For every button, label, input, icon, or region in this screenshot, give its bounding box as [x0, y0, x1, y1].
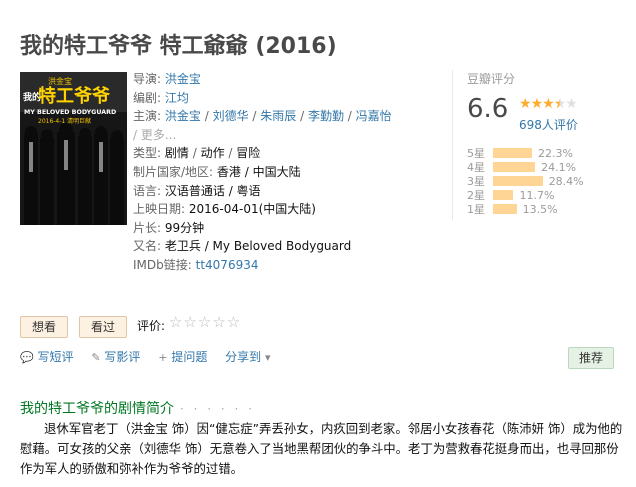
- movie-poster[interactable]: 洪金宝 我的 特工爷爷 MY BELOVED BODYGUARD 2016-4-…: [20, 72, 127, 225]
- director-row: 导演: 洪金宝: [133, 70, 433, 89]
- rating-box: 豆瓣评分 6.6 ★★★★★ 698人评价 5星 22.3% 4星 24.1% 3星 28…: [452, 70, 636, 220]
- imdb-link[interactable]: tt4076934: [196, 258, 259, 272]
- page-title: 我的特工爷爷 特工爺爺 (2016): [20, 34, 337, 59]
- language-label: 语言:: [133, 183, 162, 198]
- rating-bar-row: 4星 24.1%: [467, 160, 584, 175]
- writer-link[interactable]: 江均: [165, 91, 189, 105]
- star-half-icon: ★: [553, 96, 567, 112]
- rate-label: 评价:: [137, 319, 166, 333]
- aka-row: 又名: 老卫兵 / My Beloved Bodyguard: [133, 237, 433, 256]
- imdb-row: IMDb链接: tt4076934: [133, 256, 433, 275]
- rating-bar-fill: [493, 162, 536, 172]
- writer-row: 编剧: 江均: [133, 89, 433, 108]
- poster-image: 洪金宝 我的 特工爷爷 MY BELOVED BODYGUARD 2016-4-…: [20, 72, 127, 225]
- watched-button[interactable]: 看过: [79, 316, 127, 338]
- release-value: 2016-04-01(中国大陆): [188, 202, 316, 217]
- region-row: 制片国家/地区: 香港 / 中国大陆: [133, 163, 433, 182]
- director-label: 导演:: [133, 72, 162, 86]
- director-link[interactable]: 洪金宝: [165, 72, 201, 86]
- poster-english-title: MY BELOVED BODYGUARD: [24, 109, 116, 116]
- writer-label: 编剧:: [133, 90, 162, 105]
- rating-bar-fill: [493, 176, 543, 186]
- share-link[interactable]: 分享到 ▾: [225, 350, 270, 364]
- write-review-label: 写影评: [104, 350, 141, 364]
- plus-icon: +: [158, 351, 168, 364]
- rating-bar-fill: [493, 148, 533, 158]
- ask-question-link[interactable]: + 提问题: [158, 350, 207, 364]
- genre-label: 类型:: [133, 146, 162, 161]
- genre-value: 动作: [200, 146, 225, 161]
- runtime-row: 片长: 99分钟: [133, 219, 433, 238]
- cast-link[interactable]: 李勤勤: [308, 109, 344, 123]
- cast-link[interactable]: 刘德华: [213, 109, 249, 123]
- runtime-value: 99分钟: [164, 220, 205, 235]
- more-cast-link[interactable]: 更多...: [141, 128, 176, 142]
- rating-bar-row: 5星 22.3%: [467, 146, 584, 161]
- cast-label: 主演:: [133, 109, 162, 124]
- more-row: / 更多...: [133, 127, 177, 142]
- rating-bar-percent: 22.3%: [538, 146, 573, 160]
- write-short-review-link[interactable]: 💬 写短评: [20, 350, 74, 364]
- movie-info: 导演: 洪金宝 编剧: 江均 主演: 洪金宝 / 刘德华 / 朱雨辰 / 李勤勤…: [133, 70, 433, 275]
- write-review-link[interactable]: ✎ 写影评: [91, 350, 140, 364]
- synopsis-dots: · · · · · ·: [180, 402, 255, 416]
- comment-icon: 💬: [20, 351, 34, 364]
- aka-value: 老卫兵 / My Beloved Bodyguard: [164, 239, 352, 254]
- cast-link[interactable]: 洪金宝: [165, 109, 201, 123]
- rating-bar-percent: 13.5%: [522, 202, 558, 216]
- imdb-label: IMDb链接:: [133, 257, 192, 272]
- rating-bar-fill: [493, 204, 517, 214]
- language-row: 语言: 汉语普通话 / 粤语: [133, 182, 433, 201]
- region-value: 香港 / 中国大陆: [216, 164, 301, 179]
- rating-bar-fill: [493, 190, 514, 200]
- star-full-icon: ★: [530, 96, 544, 112]
- rating-score: 6.6: [467, 94, 509, 124]
- synopsis-title: 我的特工爷爷的剧情简介: [20, 401, 174, 417]
- cast-link[interactable]: 冯嘉怡: [356, 109, 392, 123]
- genre-value: 冒险: [236, 146, 261, 161]
- genre-row: 类型: 剧情 / 动作 / 冒险: [133, 146, 261, 161]
- language-value: 汉语普通话 / 粤语: [164, 183, 261, 198]
- share-label: 分享到: [225, 350, 262, 364]
- release-row: 上映日期: 2016-04-01(中国大陆): [133, 200, 433, 219]
- rating-count-link[interactable]: 698人评价: [519, 116, 578, 133]
- star-full-icon: ★: [542, 96, 555, 112]
- synopsis-text: 退休军官老丁（洪金宝 饰）因“健忘症”弄丢孙女，内疚回到老家。邻居小女孩春花（陈…: [20, 421, 623, 476]
- poster-top-text: 洪金宝: [48, 76, 72, 86]
- synopsis-heading: 我的特工爷爷的剧情简介 · · · · · ·: [20, 398, 255, 418]
- rating-stars: ★★★★★: [519, 96, 578, 112]
- rating-distribution: 5星 22.3% 4星 24.1% 3星 28.4% 2星 11.7% 1星 13.5%: [467, 146, 584, 217]
- rating-bar-percent: 24.1%: [541, 160, 577, 174]
- rating-bar-row: 1星 13.5%: [467, 202, 584, 217]
- action-bar: 💬 写短评 ✎ 写影评 + 提问题 分享到 ▾: [20, 348, 285, 365]
- rating-bar-label: 1星: [467, 203, 485, 216]
- poster-big-title: 特工爷爷: [38, 85, 111, 107]
- rate-stars-input[interactable]: ☆☆☆☆☆: [169, 313, 241, 331]
- ask-question-label: 提问题: [171, 350, 208, 364]
- cast-link[interactable]: 朱雨辰: [260, 109, 296, 123]
- rating-bar-row: 2星 11.7%: [467, 188, 584, 203]
- rating-header: 豆瓣评分: [467, 72, 516, 86]
- star-empty-icon: ★: [565, 96, 578, 112]
- star-full-icon: ★: [519, 96, 532, 112]
- region-label: 制片国家/地区:: [133, 164, 214, 179]
- write-short-review-label: 写短评: [37, 350, 74, 364]
- chevron-down-icon: ▾: [265, 351, 271, 364]
- release-label: 上映日期:: [133, 202, 186, 217]
- rating-bar-row: 3星 28.4%: [467, 174, 584, 189]
- rating-bar-percent: 28.4%: [548, 174, 584, 188]
- pencil-icon: ✎: [91, 351, 101, 364]
- recommend-button[interactable]: 推荐: [568, 347, 614, 369]
- genre-value: 剧情: [164, 146, 189, 161]
- cast-row: 主演: 洪金宝 / 刘德华 / 朱雨辰 / 李勤勤 / 冯嘉怡: [133, 109, 392, 124]
- want-to-watch-button[interactable]: 想看: [20, 316, 68, 338]
- rating-bar-percent: 11.7%: [519, 188, 555, 202]
- synopsis-body: 退休军官老丁（洪金宝 饰）因“健忘症”弄丢孙女，内疚回到老家。邻居小女孩春花（陈…: [20, 419, 624, 479]
- runtime-label: 片长:: [133, 220, 162, 235]
- aka-label: 又名:: [133, 239, 162, 254]
